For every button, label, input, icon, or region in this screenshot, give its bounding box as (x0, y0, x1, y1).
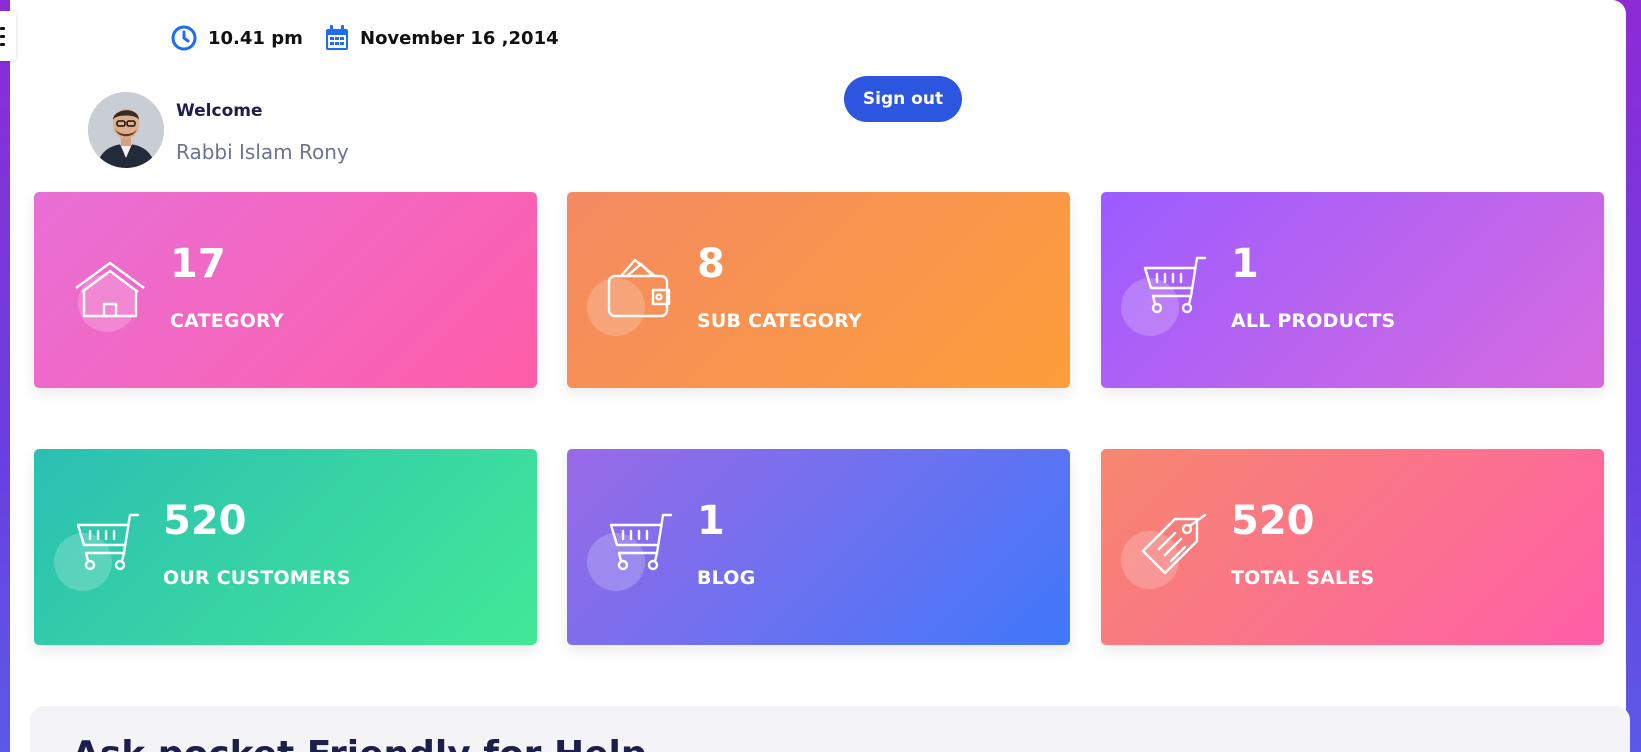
all-products-count: 1 (1231, 241, 1259, 287)
clock-icon (171, 25, 197, 51)
total-sales-card[interactable]: 520 TOTAL SALES (1101, 449, 1604, 645)
house-icon (75, 261, 145, 318)
user-name: Rabbi Islam Rony (176, 140, 349, 164)
menu-bar (0, 26, 5, 30)
sub-category-label: SUB CATEGORY (697, 310, 862, 332)
our-customers-label: OUR CUSTOMERS (163, 567, 351, 589)
help-title: Ask pocket Friendly for Help (72, 734, 647, 752)
blog-label: BLOG (697, 567, 756, 589)
category-card[interactable]: 17 CATEGORY (34, 192, 537, 388)
current-date: November 16 ,2014 (360, 27, 559, 49)
cart-icon (76, 513, 140, 571)
date-display: November 16 ,2014 (324, 24, 559, 52)
our-customers-card[interactable]: 520 OUR CUSTOMERS (34, 449, 537, 645)
total-sales-label: TOTAL SALES (1231, 567, 1375, 589)
sign-out-button[interactable]: Sign out (844, 76, 962, 122)
menu-bar (0, 34, 5, 38)
help-section: Ask pocket Friendly for Help (30, 706, 1630, 752)
our-customers-count: 520 (163, 498, 247, 544)
cart-icon (1143, 256, 1207, 314)
cart-icon (609, 513, 673, 571)
tag-icon (1141, 513, 1207, 575)
current-time: 10.41 pm (208, 27, 303, 49)
sub-category-count: 8 (697, 241, 725, 287)
all-products-card[interactable]: 1 ALL PRODUCTS (1101, 192, 1604, 388)
total-sales-count: 520 (1231, 498, 1315, 544)
category-label: CATEGORY (170, 310, 284, 332)
blog-count: 1 (697, 498, 725, 544)
clock-display: 10.41 pm (170, 24, 303, 52)
avatar-image (88, 92, 164, 168)
wallet-icon (607, 258, 671, 318)
all-products-label: ALL PRODUCTS (1231, 310, 1396, 332)
main-panel: 10.41 pm November 16 ,2014 Sign out Welc… (10, 0, 1630, 752)
welcome-label: Welcome (176, 101, 263, 121)
menu-bar (0, 42, 5, 46)
sub-category-card[interactable]: 8 SUB CATEGORY (567, 192, 1070, 388)
avatar[interactable] (88, 92, 164, 168)
menu-toggle-button[interactable] (0, 11, 16, 61)
blog-card[interactable]: 1 BLOG (567, 449, 1070, 645)
category-count: 17 (170, 241, 226, 287)
calendar-icon (326, 25, 348, 50)
